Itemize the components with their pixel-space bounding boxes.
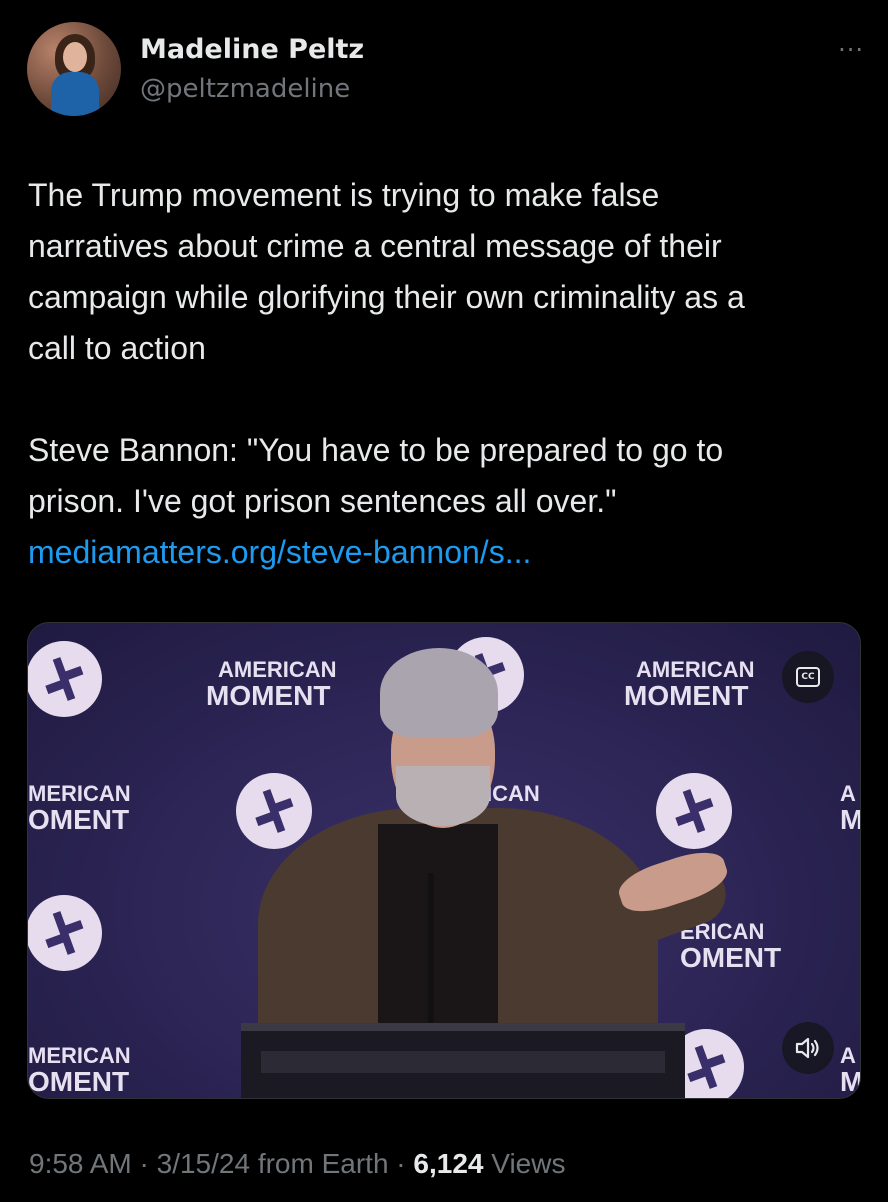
backdrop-brand-partial: A M [840,781,861,835]
captions-button[interactable]: CC [782,651,834,703]
tweet-link[interactable]: mediamatters.org/steve-bannon/s... [28,527,868,578]
speaker-icon [795,1037,819,1059]
views-count[interactable]: 6,124 [413,1148,483,1179]
captions-icon: CC [796,667,820,687]
brand-line-2: OMENT [28,1066,130,1097]
avatar-face [63,42,87,72]
author-name[interactable]: Madeline Peltz [140,34,364,65]
brand-line-2: M [840,804,861,835]
views-label: Views [491,1148,566,1179]
podium [241,1023,685,1098]
tweet-text: The Trump movement is trying to make fal… [28,170,868,578]
tweet-line: narratives about crime a central message… [28,228,722,264]
brand-line-2: OMENT [28,804,130,835]
video-player[interactable]: AMERICAN MOMENT AMERICAN MOMENT MERICAN … [27,622,861,1099]
backdrop-brand-partial: MERICAN OMENT [28,1043,131,1097]
brand-line-2: M [840,1066,861,1097]
tweet-line: The Trump movement is trying to make fal… [28,177,660,213]
meta-separator: · [131,1148,157,1179]
tweet-line: Steve Bannon: "You have to be prepared t… [28,432,724,468]
speaker-beard [396,766,490,826]
microphone-stand [428,873,434,1023]
tweet-line: prison. I've got prison sentences all ov… [28,483,617,519]
backdrop-brand-partial: MERICAN OMENT [28,781,131,835]
podium-panel [261,1051,665,1073]
tweet-line: campaign while glorifying their own crim… [28,279,745,315]
tweet-time[interactable]: 9:58 AM [29,1148,132,1179]
tweet-meta: 9:58 AM · 3/15/24 from Earth · 6,124 Vie… [29,1148,565,1180]
tweet-paragraph-1: The Trump movement is trying to make fal… [28,170,868,374]
volume-button[interactable] [782,1022,834,1074]
tweet-line: call to action [28,330,206,366]
american-moment-logo [28,641,102,717]
tweet-paragraph-2: Steve Bannon: "You have to be prepared t… [28,425,868,578]
american-moment-logo [28,895,102,971]
tweet-date[interactable]: 3/15/24 [157,1148,250,1179]
backdrop-brand-partial: A M [840,1043,861,1097]
speaker-hair [380,648,498,738]
meta-separator: · [388,1148,414,1179]
avatar-clothing [51,72,99,116]
tweet-source: from Earth [257,1148,389,1179]
avatar[interactable] [27,22,121,116]
author-handle[interactable]: @peltzmadeline [140,74,350,104]
ellipsis-icon[interactable]: ··· [838,36,864,64]
tweet-header: Madeline Peltz @peltzmadeline ··· [27,22,868,118]
